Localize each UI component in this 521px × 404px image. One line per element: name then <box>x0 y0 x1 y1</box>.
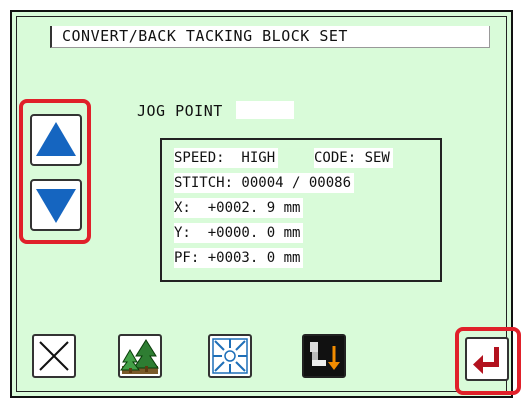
pf-position: PF: +0003. 0 mm <box>174 248 304 268</box>
stitch-info-panel: SPEED: HIGH CODE: SEW STITCH: 00004 / 00… <box>160 138 442 282</box>
stitch-count: STITCH: 00004 / 00086 <box>174 173 355 193</box>
arrow-buttons-highlight <box>19 99 91 244</box>
page-title: CONVERT/BACK TACKING BLOCK SET <box>50 26 490 48</box>
converge-arrows-icon <box>212 338 248 374</box>
converge-button[interactable] <box>208 334 252 378</box>
jog-point-label: JOG POINT <box>137 102 223 120</box>
presser-foot-button[interactable] <box>302 334 346 378</box>
enter-button-highlight <box>455 327 521 395</box>
y-position: Y: +0000. 0 mm <box>174 223 304 243</box>
speed-value: SPEED: HIGH <box>174 148 279 168</box>
enter-button[interactable] <box>465 337 509 381</box>
jog-point-field <box>236 101 294 119</box>
panel-frame: CONVERT/BACK TACKING BLOCK SET JOG POINT… <box>0 0 521 404</box>
enter-icon <box>473 347 499 374</box>
code-value: CODE: SEW <box>314 148 393 168</box>
up-button[interactable] <box>30 114 82 166</box>
trees-icon <box>120 339 159 374</box>
cancel-button[interactable] <box>32 334 76 378</box>
trees-button[interactable] <box>118 334 162 378</box>
close-icon <box>39 341 69 371</box>
triangle-up-icon <box>36 122 76 156</box>
triangle-down-icon <box>36 189 76 223</box>
x-position: X: +0002. 9 mm <box>174 198 304 218</box>
down-button[interactable] <box>30 179 82 231</box>
presser-foot-icon <box>304 336 344 376</box>
